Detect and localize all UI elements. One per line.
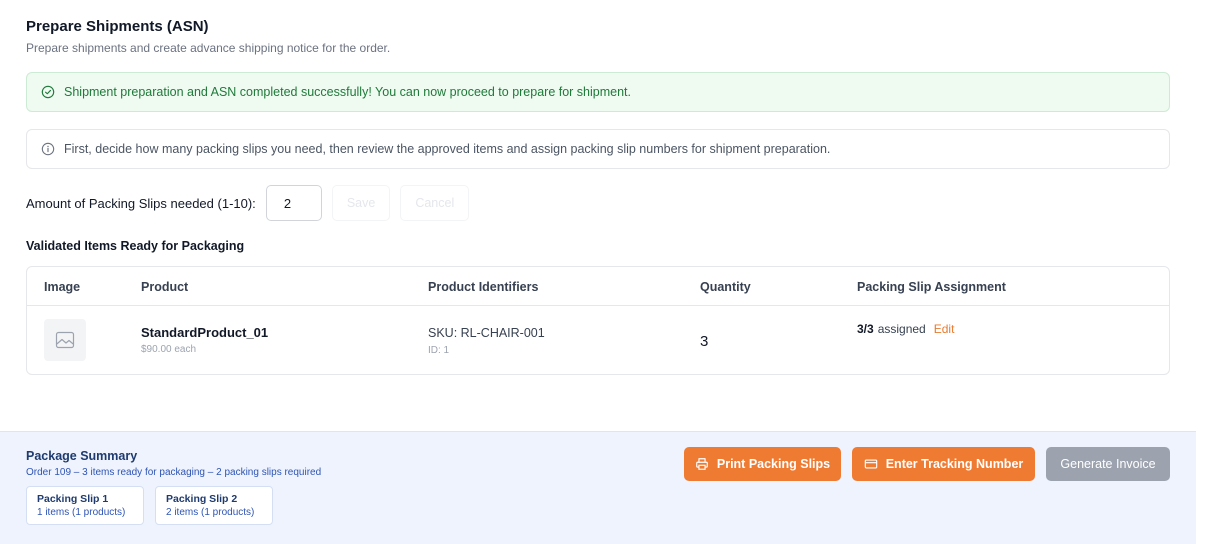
image-placeholder-icon: [55, 331, 75, 349]
cancel-button[interactable]: Cancel: [400, 185, 470, 221]
info-circle-icon: [41, 142, 55, 156]
packing-slip-card: Packing Slip 2 2 items (1 products): [155, 486, 273, 525]
product-price: $90.00 each: [141, 344, 197, 355]
credit-card-icon: [864, 459, 877, 469]
product-cell: StandardProduct_01 $90.00 each: [141, 325, 268, 355]
identifiers-cell: SKU: RL-CHAIR-001 ID: 1: [428, 326, 545, 356]
validated-items-heading: Validated Items Ready for Packaging: [26, 239, 245, 253]
column-header-quantity: Quantity: [700, 280, 751, 294]
info-alert-text: First, decide how many packing slips you…: [64, 142, 831, 156]
generate-invoice-button[interactable]: Generate Invoice: [1046, 447, 1170, 481]
enter-tracking-number-button[interactable]: Enter Tracking Number: [852, 447, 1035, 481]
packing-slip-name: Packing Slip 1: [37, 493, 109, 505]
table-header: Image Product Product Identifiers Quanti…: [27, 267, 1169, 306]
packing-slips-input[interactable]: [265, 185, 322, 221]
printer-icon: [696, 458, 708, 470]
page-subtitle: Prepare shipments and create advance shi…: [26, 41, 391, 55]
packing-slip-card: Packing Slip 1 1 items (1 products): [26, 486, 144, 525]
product-quantity: 3: [700, 333, 709, 350]
save-button[interactable]: Save: [331, 185, 391, 221]
info-alert: First, decide how many packing slips you…: [26, 129, 1170, 169]
packing-slip-info: 1 items (1 products): [37, 507, 126, 518]
assigned-label: assigned: [877, 322, 926, 336]
column-header-identifiers: Product Identifiers: [428, 280, 539, 294]
package-summary-footer: Package Summary Order 109 – 3 items read…: [0, 431, 1196, 544]
packing-slip-info: 2 items (1 products): [166, 507, 255, 518]
packing-slips-form: Amount of Packing Slips needed (1-10): S…: [26, 185, 470, 221]
success-alert-text: Shipment preparation and ASN completed s…: [64, 85, 632, 99]
print-packing-slips-button[interactable]: Print Packing Slips: [684, 447, 841, 481]
packing-slips-label: Amount of Packing Slips needed (1-10):: [26, 195, 256, 211]
table-row: StandardProduct_01 $90.00 each SKU: RL-C…: [27, 306, 1169, 374]
page-title: Prepare Shipments (ASN): [26, 18, 209, 35]
validated-items-table: Image Product Product Identifiers Quanti…: [26, 266, 1170, 375]
product-id: ID: 1: [428, 345, 450, 356]
column-header-image: Image: [44, 280, 81, 294]
assigned-count: 3/3: [857, 322, 874, 336]
column-header-assignment: Packing Slip Assignment: [857, 280, 1006, 294]
product-sku: SKU: RL-CHAIR-001: [428, 326, 545, 340]
product-thumbnail: [44, 319, 86, 361]
package-summary-title: Package Summary: [26, 449, 138, 463]
success-alert: Shipment preparation and ASN completed s…: [26, 72, 1170, 112]
prepare-shipments-page: Prepare Shipments (ASN) Prepare shipment…: [0, 0, 1216, 544]
column-header-product: Product: [141, 280, 189, 294]
enter-tracking-number-label: Enter Tracking Number: [885, 457, 1024, 471]
check-circle-icon: [41, 85, 55, 99]
edit-assignment-link[interactable]: Edit: [934, 322, 955, 336]
assignment-cell: 3/3 assigned Edit: [857, 322, 954, 336]
product-name: StandardProduct_01: [141, 325, 269, 340]
print-packing-slips-label: Print Packing Slips: [716, 457, 831, 471]
package-summary-description: Order 109 – 3 items ready for packaging …: [26, 467, 322, 478]
packing-slip-name: Packing Slip 2: [166, 493, 238, 505]
